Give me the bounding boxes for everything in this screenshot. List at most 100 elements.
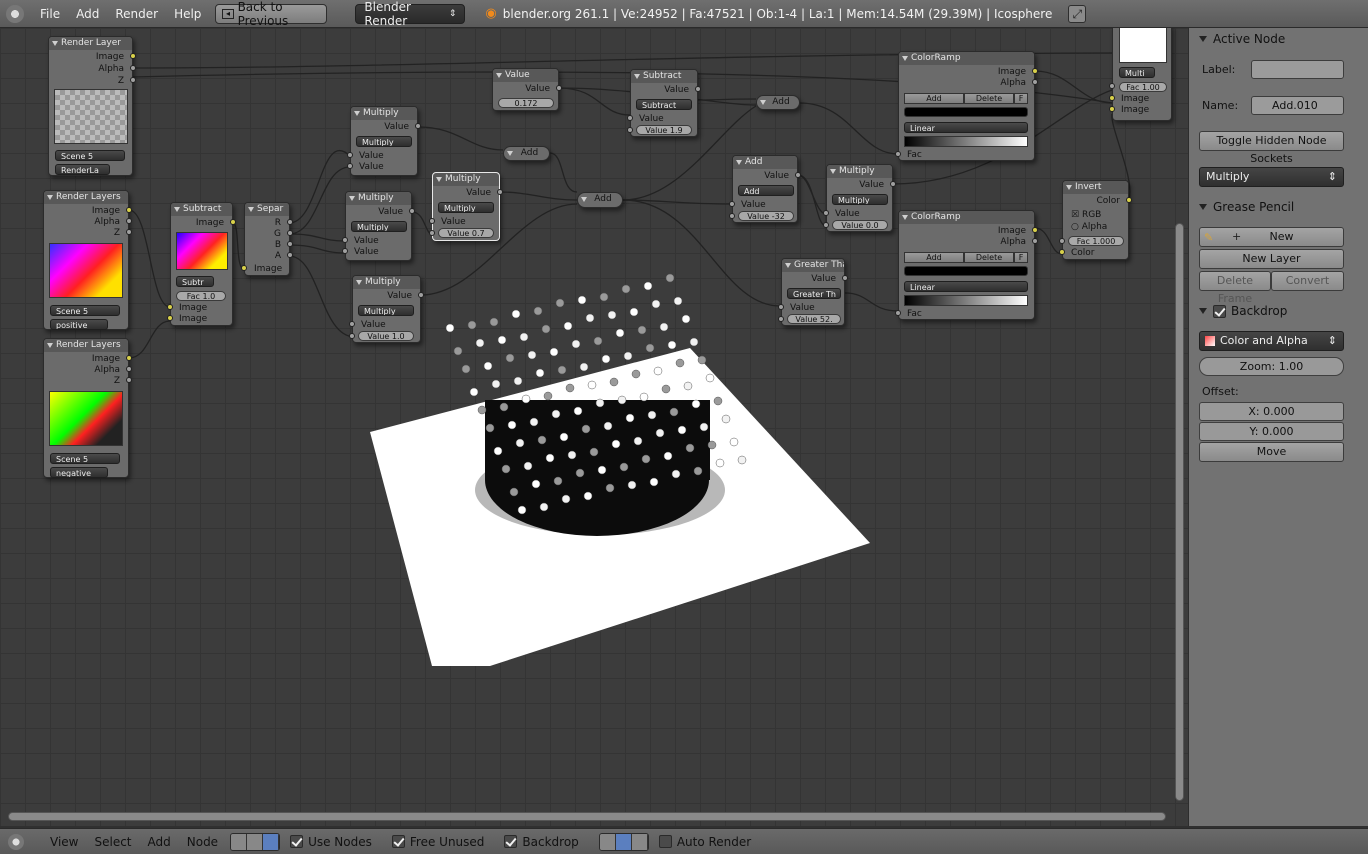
node-editor-area[interactable]: Render Layer Image Alpha Z Scene 5 Rende…: [0, 28, 1188, 826]
ramp-active-color-swatch[interactable]: [904, 266, 1028, 276]
socket-value-out[interactable]: [556, 85, 562, 91]
render-layers-node-1[interactable]: Render Layer Image Alpha Z Scene 5 Rende…: [48, 36, 136, 176]
socket-z-out[interactable]: [126, 377, 132, 383]
socket-value-in[interactable]: [342, 237, 348, 243]
menu-file[interactable]: File: [32, 7, 68, 21]
socket-image-out[interactable]: [230, 219, 236, 225]
socket-value-out[interactable]: [415, 123, 421, 129]
value-field[interactable]: Value 1.9: [636, 125, 692, 135]
horizontal-scrollbar[interactable]: [8, 812, 1166, 821]
layer-selector[interactable]: RenderLa: [55, 164, 110, 175]
add-node-collapsed-3[interactable]: Add: [756, 95, 800, 110]
offset-x-field[interactable]: X: 0.000: [1199, 402, 1344, 421]
add-node-collapsed-1[interactable]: Add: [503, 146, 550, 161]
active-node-panel-header[interactable]: Active Node: [1199, 32, 1285, 46]
back-to-previous-button[interactable]: ◂ Back to Previous: [215, 0, 328, 28]
interpolation-select[interactable]: Linear: [904, 122, 1028, 133]
socket-value-out[interactable]: [418, 292, 424, 298]
math-operation-select[interactable]: Greater Th: [787, 288, 841, 299]
menu-render[interactable]: Render: [107, 7, 166, 21]
value-node[interactable]: Value Value 0.172: [492, 68, 562, 111]
socket-value-out[interactable]: [890, 181, 896, 187]
menu-select[interactable]: Select: [86, 835, 139, 849]
ramp-flip-button[interactable]: F: [1014, 252, 1028, 263]
socket-z-out[interactable]: [126, 229, 132, 235]
socket-alpha-out[interactable]: [126, 218, 132, 224]
render-engine-select[interactable]: Blender Render ⇕: [355, 0, 466, 28]
socket-value-in[interactable]: [349, 321, 355, 327]
menu-add[interactable]: Add: [68, 7, 107, 21]
menu-view[interactable]: View: [42, 835, 86, 849]
maximize-button[interactable]: ⤢: [1068, 4, 1087, 23]
value-field[interactable]: Value -32: [738, 211, 794, 221]
value-field[interactable]: Value 52.: [787, 314, 841, 324]
ramp-add-button[interactable]: Add: [904, 93, 964, 104]
multiply-node-1[interactable]: Multiply Value Multiply Value Value: [347, 106, 421, 176]
texture-nodes-icon[interactable]: [247, 833, 264, 850]
scene-selector[interactable]: Scene 5: [55, 150, 125, 161]
offset-y-field[interactable]: Y: 0.000: [1199, 422, 1344, 441]
socket-color-in[interactable]: [1059, 249, 1065, 255]
backdrop-checkbox[interactable]: Backdrop: [504, 835, 579, 849]
socket-value-in-2[interactable]: [729, 213, 735, 219]
socket-fac-in[interactable]: [895, 310, 901, 316]
interpolation-select[interactable]: Linear: [904, 281, 1028, 292]
socket-alpha-out[interactable]: [1032, 79, 1038, 85]
grease-pencil-panel-header[interactable]: Grease Pencil: [1199, 200, 1294, 214]
new-grease-pencil-button[interactable]: ✎ + New: [1199, 227, 1344, 247]
fac-field[interactable]: Fac 1.00: [1119, 82, 1167, 92]
new-layer-button[interactable]: New Layer: [1199, 249, 1344, 269]
multiply-node-2[interactable]: Multiply Value Multiply Value Value: [342, 191, 415, 261]
socket-image-in[interactable]: [167, 304, 173, 310]
socket-alpha-out[interactable]: [1032, 238, 1038, 244]
socket-color-out[interactable]: [1126, 197, 1132, 203]
render-layers-node-3[interactable]: Render Layers Image Alpha Z Scene 5 nega…: [43, 338, 132, 478]
delete-frame-button[interactable]: Delete Frame: [1199, 271, 1271, 305]
multiply-node-4[interactable]: Multiply Value Multiply Value Value 1.0: [349, 275, 424, 343]
socket-image-out[interactable]: [126, 355, 132, 361]
math-operation-select[interactable]: Multiply: [438, 202, 494, 213]
invert-node[interactable]: Invert Color ☒ RGB ○ Alpha Fac 1.000 Col…: [1059, 180, 1132, 260]
node-name-input[interactable]: Add.010: [1251, 96, 1344, 115]
backdrop-channels-select[interactable]: Color and Alpha ⇕: [1199, 331, 1344, 351]
socket-image-out[interactable]: [126, 207, 132, 213]
greater-than-node[interactable]: Greater Tha Value Greater Th Value Value…: [778, 258, 848, 326]
socket-image-in[interactable]: [241, 265, 247, 271]
socket-image-out[interactable]: [1032, 68, 1038, 74]
value-field[interactable]: 0.172: [498, 98, 554, 108]
value-field[interactable]: Value 0.0: [832, 220, 888, 230]
editor-type-icon[interactable]: [8, 833, 24, 850]
node-label-input[interactable]: [1251, 60, 1344, 79]
node-tree-type-buttons[interactable]: [230, 832, 281, 851]
auto-render-checkbox[interactable]: Auto Render: [658, 835, 751, 849]
layer-selector[interactable]: positive: [50, 319, 108, 330]
fac-field[interactable]: Fac 1.0: [176, 291, 226, 301]
socket-value-in[interactable]: [823, 210, 829, 216]
menu-add[interactable]: Add: [140, 835, 179, 849]
ramp-delete-button[interactable]: Delete: [964, 93, 1014, 104]
scene-selector[interactable]: Scene 5: [50, 453, 120, 464]
socket-value-in-2[interactable]: [342, 248, 348, 254]
socket-value-out[interactable]: [409, 208, 415, 214]
backdrop-panel-header[interactable]: Backdrop: [1199, 304, 1287, 318]
mix-output-node[interactable]: Multi Fac 1.00 Image Image: [1109, 28, 1172, 121]
math-operation-select[interactable]: Add: [738, 185, 794, 196]
socket-image-in-2[interactable]: [1109, 106, 1115, 112]
socket-alpha-out[interactable]: [130, 65, 136, 71]
socket-value-in[interactable]: [429, 218, 435, 224]
socket-fac-in[interactable]: [1109, 83, 1115, 89]
blend-mode-select[interactable]: Subtr: [176, 276, 214, 287]
socket-value-in-2[interactable]: [823, 222, 829, 228]
socket-value-in[interactable]: [347, 152, 353, 158]
color-ramp-gradient[interactable]: [904, 295, 1028, 306]
shader-nodes-icon[interactable]: [231, 833, 248, 850]
menu-node[interactable]: Node: [179, 835, 226, 849]
scene-selector[interactable]: Scene 5: [50, 305, 120, 316]
socket-image-in-2[interactable]: [167, 315, 173, 321]
blend-mode-select[interactable]: Multi: [1119, 67, 1155, 78]
add-math-node[interactable]: Add Value Add Value Value -32: [729, 155, 801, 223]
math-operation-select[interactable]: Multiply: [356, 136, 412, 147]
socket-image-out[interactable]: [1032, 227, 1038, 233]
vertical-scrollbar[interactable]: [1175, 223, 1184, 801]
add-node-collapsed-2[interactable]: Add: [577, 192, 623, 208]
